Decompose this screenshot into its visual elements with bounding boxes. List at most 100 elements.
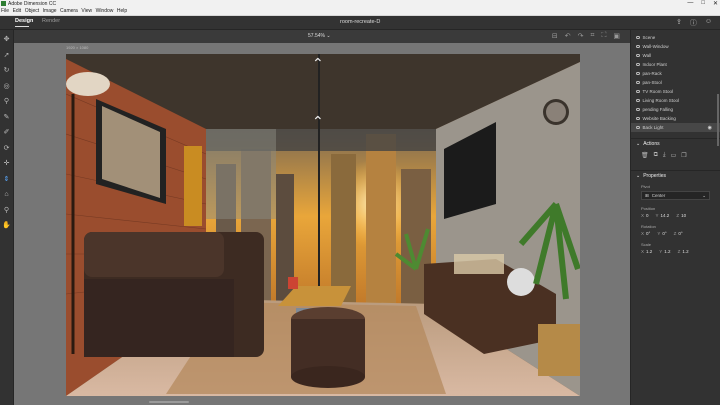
layer-visibility-icon[interactable] (636, 98, 640, 103)
paint-icon[interactable]: ✎ (2, 112, 12, 122)
viewport-toolbar: 57.54% ⌄ ⊟ ↶ ↷ ⌗ ⛶ ▣ (14, 30, 630, 43)
actions-toolbar: 🗑 ⧉ ⤓ ▭ ❐ (631, 149, 720, 162)
menu-window[interactable]: Window (96, 8, 114, 14)
layer-label: Living Room Stool (642, 98, 680, 103)
move-tool-icon[interactable]: ✥ (2, 34, 12, 44)
scale-x-field[interactable]: X 1.2 (641, 249, 652, 254)
frame-icon[interactable]: ▣ (613, 32, 620, 40)
room-scene: ⌃ ⌃ (66, 54, 580, 396)
orbit-icon[interactable]: ⟳ (2, 143, 12, 153)
tab-design[interactable]: Design (15, 18, 33, 27)
scale-z-field[interactable]: Z 1.2 (678, 249, 689, 254)
copy-icon[interactable]: ❐ (681, 152, 686, 159)
rotation-y-field[interactable]: Y 0° (657, 231, 666, 236)
pivot-select[interactable]: ⊞ Center ⌄ (641, 191, 710, 200)
layer-visibility-icon[interactable] (636, 89, 640, 94)
hand-icon[interactable]: ✋ (2, 220, 12, 230)
position-x-field[interactable]: X0 (641, 213, 649, 218)
undo-icon[interactable]: ↶ (565, 32, 571, 40)
actions-header[interactable]: ⌄ Actions (631, 138, 720, 149)
redo-icon[interactable]: ↷ (578, 32, 584, 40)
layer-label: pending Falling (642, 107, 674, 112)
pivot-icon: ⊞ (645, 192, 649, 198)
eyedropper-icon[interactable]: ✐ (2, 127, 12, 137)
layer-row[interactable]: pan-Stool (631, 78, 720, 87)
layer-row[interactable]: pending Falling (631, 105, 720, 114)
layers-scrollbar[interactable] (717, 94, 719, 146)
layer-label: pan-Rack (642, 71, 662, 76)
download-icon[interactable]: ⤓ (663, 152, 666, 159)
menu-edit[interactable]: Edit (13, 8, 22, 14)
layer-visibility-icon[interactable] (636, 35, 640, 40)
minimize-button[interactable]: — (687, 0, 693, 7)
layer-visibility-icon[interactable] (636, 107, 640, 112)
position-z-field[interactable]: Z 10 (676, 213, 686, 218)
duplicate-icon[interactable]: ⧉ (654, 152, 658, 159)
folder-icon[interactable]: ▭ (671, 152, 677, 159)
camera-icon[interactable]: ⌂ (2, 189, 12, 199)
pan-icon[interactable]: ✛ (2, 158, 12, 168)
layer-row[interactable]: Wall-Window (631, 42, 720, 51)
position-y-field[interactable]: Y 14.2 (656, 213, 670, 218)
maximize-button[interactable]: □ (701, 0, 705, 7)
fit-icon[interactable]: ⛶ (601, 32, 606, 40)
menu-help[interactable]: Help (117, 8, 127, 14)
app-header: Design Render room-recreate-D ⇪ ⓘ ☺ (0, 16, 720, 30)
layer-visibility-icon[interactable] (636, 53, 640, 58)
active-tab-indicator (15, 26, 29, 27)
position-label: Position (641, 206, 656, 211)
scale-fields: X 1.2 Y 1.2 Z 1.2 (631, 249, 720, 254)
layer-visibility-icon[interactable] (636, 80, 640, 85)
bookmark-icon[interactable]: ⊟ (552, 32, 558, 40)
help-icon[interactable]: ⓘ (690, 18, 697, 28)
viewport[interactable]: 57.54% ⌄ ⊟ ↶ ↷ ⌗ ⛶ ▣ 1920 × 1080 ⌃ ⌃ (14, 30, 630, 405)
menu-image[interactable]: Image (43, 8, 57, 14)
menu-camera[interactable]: Camera (60, 8, 78, 14)
rotation-z-field[interactable]: Z 0° (674, 231, 683, 236)
menu-bar: File Edit Object Image Camera View Windo… (0, 7, 720, 16)
layers-list: Scene Wall-Window Wall Indoor Plant pan-Rack… (631, 30, 720, 132)
menu-file[interactable]: File (1, 8, 9, 14)
dolly-icon[interactable]: ⇕ (2, 174, 12, 184)
zoom-control[interactable]: 57.54% ⌄ (308, 33, 331, 39)
menu-object[interactable]: Object (25, 8, 39, 14)
close-button[interactable]: ✕ (713, 0, 718, 7)
scale-y-field[interactable]: Y 1.2 (659, 249, 670, 254)
menu-view[interactable]: View (81, 8, 92, 14)
svg-text:⌃: ⌃ (312, 56, 324, 72)
tab-render[interactable]: Render (42, 18, 60, 24)
layer-row[interactable]: TV Room Stool (631, 87, 720, 96)
render-canvas[interactable]: ⌃ ⌃ (66, 54, 580, 396)
layer-row[interactable]: Living Room Stool (631, 96, 720, 105)
properties-header[interactable]: ⌄ Properties (631, 170, 720, 181)
layer-row[interactable]: Back Light ◉ (631, 123, 720, 132)
layer-visibility-icon[interactable] (636, 116, 640, 121)
layer-row[interactable]: pan-Rack (631, 69, 720, 78)
scale-tool-icon[interactable]: ◎ (2, 81, 12, 91)
layer-visibility-icon[interactable] (636, 125, 640, 130)
scale-label: Scale (641, 242, 652, 247)
snap-icon[interactable]: ⌗ (591, 32, 595, 40)
layer-visibility-icon[interactable] (636, 44, 640, 49)
magic-wand-icon[interactable]: ⚲ (2, 96, 12, 106)
zoom-icon[interactable]: ⚲ (2, 205, 12, 215)
tab-render-label: Render (42, 18, 61, 24)
share-icon[interactable]: ⇪ (676, 18, 682, 28)
eye-icon[interactable]: ◉ (708, 125, 712, 131)
layer-row[interactable]: Indoor Plant (631, 60, 720, 69)
viewport-icons: ⊟ ↶ ↷ ⌗ ⛶ ▣ (552, 32, 620, 40)
rotate-tool-icon[interactable]: ↻ (2, 65, 12, 75)
select-tool-icon[interactable]: ➚ (2, 50, 12, 60)
layer-label: Website Backing (642, 116, 676, 121)
delete-icon[interactable]: 🗑 (641, 152, 649, 159)
layer-visibility-icon[interactable] (636, 71, 640, 76)
layer-row[interactable]: Scene (631, 33, 720, 42)
layer-visibility-icon[interactable] (636, 62, 640, 67)
layer-row[interactable]: Website Backing (631, 114, 720, 123)
layer-label: Scene (642, 35, 656, 40)
rotation-x-field[interactable]: X 0° (641, 231, 650, 236)
header-icons: ⇪ ⓘ ☺ (676, 18, 712, 28)
feedback-icon[interactable]: ☺ (705, 18, 712, 28)
layer-row[interactable]: Wall (631, 51, 720, 60)
horizontal-scrollbar[interactable] (149, 401, 189, 403)
